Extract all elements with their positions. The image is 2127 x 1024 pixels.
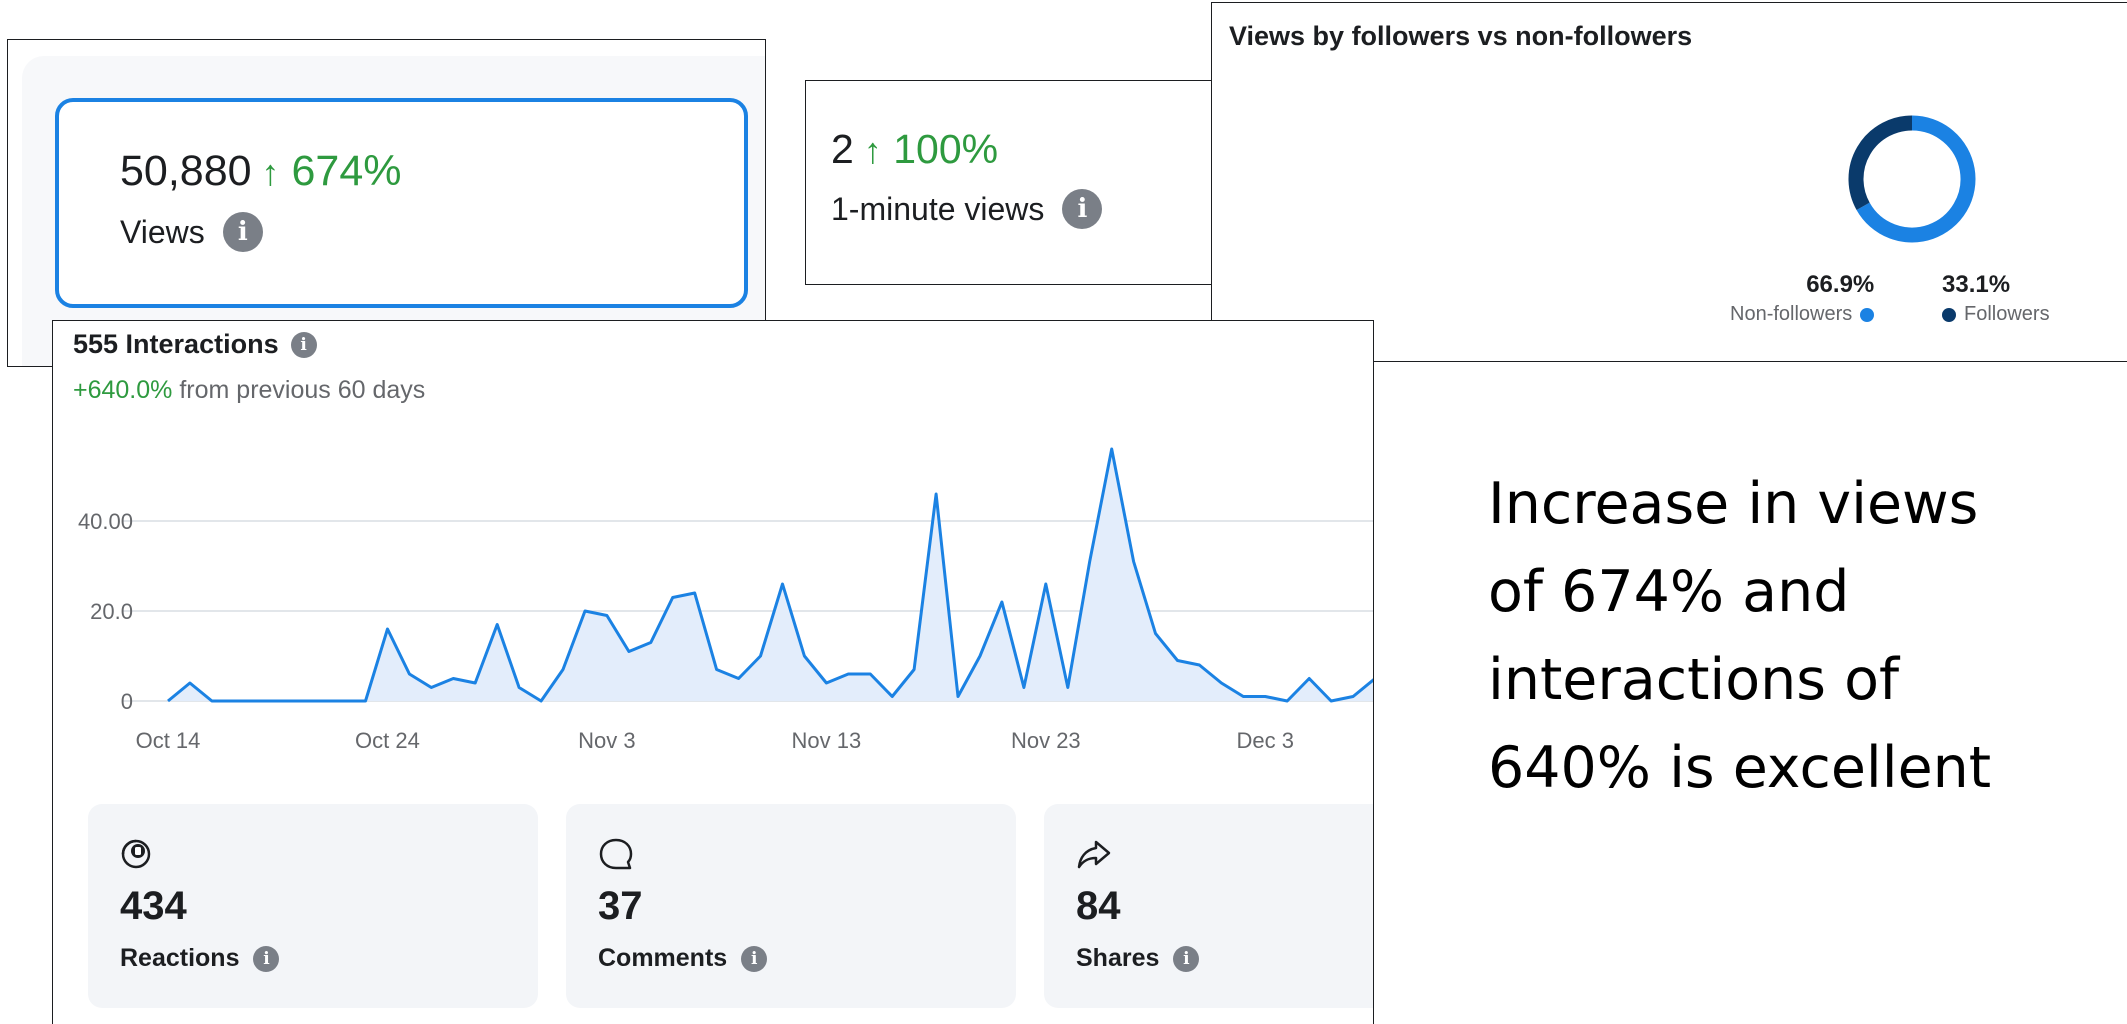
share-icon <box>1077 840 1111 869</box>
donut-segment-followers <box>1848 115 1913 210</box>
shares-value: 84 <box>1076 884 1121 928</box>
caption-text: Increase in views of 674% and interactio… <box>1488 460 2088 812</box>
x-tick-label: Oct 24 <box>355 728 420 753</box>
minute-views-growth: ↑ 100% <box>864 126 998 172</box>
comments-label: Comments <box>598 944 728 972</box>
shares-label: Shares <box>1076 944 1160 972</box>
x-tick-label: Oct 14 <box>136 728 201 753</box>
shares-card[interactable]: 84 Shares i <box>1044 804 1373 1008</box>
minute-views-value: 2 <box>831 126 854 172</box>
info-icon[interactable]: i <box>1173 945 1200 972</box>
comments-value: 37 <box>598 884 643 928</box>
arrow-up-icon: ↑ <box>261 152 280 193</box>
minute-views-label: 1-minute views <box>831 190 1045 227</box>
reactions-label-row: Reactions i <box>120 944 280 973</box>
caption-line: 640% is excellent <box>1488 735 1992 801</box>
arrow-up-icon: ↑ <box>863 130 882 171</box>
y-tick-label: 20.0 <box>90 599 133 624</box>
info-icon[interactable]: i <box>741 945 768 972</box>
caption-line: of 674% and <box>1488 559 1850 625</box>
views-label: Views <box>120 213 205 250</box>
minute-views-label-row: 1-minute views i <box>831 189 1103 229</box>
minute-views-value-row: 2 ↑ 100% <box>831 129 998 170</box>
views-panel: 50,880 ↑ 674% Views i <box>7 39 766 367</box>
views-label-row: Views i <box>120 212 263 252</box>
x-tick-label: Nov 13 <box>792 728 862 753</box>
interactions-line-chart: 0 20.0 40.00 Oct 14 Oct 24 Nov 3 Nov 13 Nov 23 D… <box>78 447 1373 753</box>
info-icon[interactable]: i <box>253 945 280 972</box>
reactions-icon <box>121 839 151 869</box>
legend-non-followers: 66.9% Non-followers <box>1730 271 1875 326</box>
y-tick-label: 0 <box>121 689 133 714</box>
legend-followers-percent: 33.1% <box>1942 271 2011 298</box>
legend-non-followers-label: Non-followers <box>1730 303 1853 325</box>
followers-donut-chart <box>1848 115 1976 243</box>
caption-line: interactions of <box>1488 647 1900 713</box>
x-tick-label: Nov 3 <box>578 728 635 753</box>
interactions-panel: 555 Interactions i +640.0% from previous… <box>52 320 1374 1024</box>
legend-non-followers-label-row: Non-followers <box>1730 303 1875 326</box>
info-icon[interactable]: i <box>1062 189 1103 229</box>
comments-label-row: Comments i <box>598 944 768 973</box>
y-tick-label: 40.00 <box>78 509 133 534</box>
legend-non-followers-dot <box>1860 307 1875 322</box>
reactions-value: 434 <box>120 884 187 928</box>
followers-panel: Views by followers vs non-followers 66.9… <box>1211 2 2127 362</box>
shares-label-row: Shares i <box>1076 944 1200 973</box>
followers-title: Views by followers vs non-followers <box>1229 21 1693 51</box>
reactions-card[interactable]: 434 Reactions i <box>88 804 538 1008</box>
views-value: 50,880 <box>120 147 252 195</box>
views-card[interactable]: 50,880 ↑ 674% Views i <box>55 98 748 308</box>
legend-followers: 33.1% Followers <box>1942 271 2050 326</box>
views-growth: ↑ 674% <box>262 147 402 195</box>
x-tick-label: Nov 23 <box>1011 728 1081 753</box>
legend-followers-label-row: Followers <box>1942 303 2050 326</box>
minute-views-growth-value: 100% <box>893 126 999 172</box>
reactions-label: Reactions <box>120 944 240 972</box>
views-growth-value: 674% <box>291 147 402 195</box>
comment-icon <box>599 838 633 870</box>
legend-non-followers-percent: 66.9% <box>1806 271 1875 298</box>
caption-line: Increase in views <box>1488 471 1979 537</box>
views-value-row: 50,880 ↑ 674% <box>120 150 401 193</box>
legend-followers-dot <box>1942 307 1956 322</box>
legend-followers-label: Followers <box>1964 303 2050 325</box>
comments-card[interactable]: 37 Comments i <box>566 804 1016 1008</box>
info-icon[interactable]: i <box>222 212 263 252</box>
x-tick-label: Dec 3 <box>1237 728 1294 753</box>
